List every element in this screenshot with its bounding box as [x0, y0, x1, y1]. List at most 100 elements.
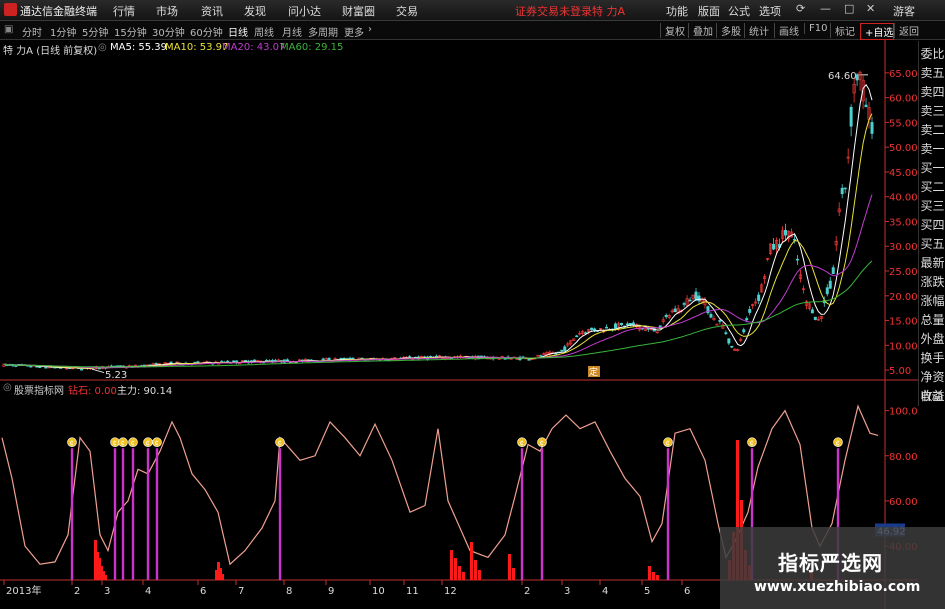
menu-quotes[interactable]: 行情 [113, 3, 135, 19]
sidebar-auto[interactable]: 自动 [918, 388, 945, 404]
volume-spike [450, 550, 453, 580]
coin-marker-glyph: ¢ [113, 439, 117, 447]
return-button[interactable]: 返回 [894, 23, 919, 38]
back-icon[interactable]: ▣ [4, 24, 13, 35]
period-more[interactable]: 更多 [344, 24, 364, 39]
f10-button[interactable]: F10 [804, 23, 827, 34]
maximize-icon[interactable]: □ [844, 2, 854, 15]
volume-spike [478, 570, 481, 580]
watermark: 指标严选网 www.xuezhibiao.com [720, 527, 945, 609]
date-tick-label: 2 [74, 586, 80, 597]
add-watchlist-button[interactable]: +自选 [860, 23, 895, 40]
candle-body [625, 323, 629, 326]
period-15min[interactable]: 15分钟 [114, 24, 147, 39]
login-status[interactable]: 证券交易未登录 [515, 3, 592, 19]
period-monthly[interactable]: 月线 [282, 24, 302, 39]
candle-body [831, 267, 835, 275]
price-tick-label: 15.00 [889, 317, 918, 328]
candle-body [784, 229, 788, 236]
coin-marker-glyph: ¢ [121, 439, 125, 447]
menu-news[interactable]: 资讯 [201, 3, 223, 19]
candle-body [813, 316, 817, 320]
refresh-icon[interactable]: ⟳ [796, 2, 805, 15]
candle-body [742, 329, 746, 333]
candle-body [29, 365, 33, 368]
date-tick-label: 9 [328, 586, 334, 597]
sidebar-item: 净资 [920, 370, 945, 384]
sidebar-item: 卖一 [920, 142, 945, 156]
period-5min[interactable]: 5分钟 [82, 24, 108, 39]
candle-body [745, 318, 749, 321]
price-tick-label: 65.00 [889, 69, 918, 80]
menu-discover[interactable]: 发现 [244, 3, 266, 19]
chevron-right-icon[interactable]: › [368, 24, 372, 35]
candle-body [810, 309, 814, 314]
candle-body [339, 357, 343, 360]
draw-line-button[interactable]: 画线 [774, 23, 799, 38]
date-tick-label: 2013年 [6, 584, 41, 597]
overlay-button[interactable]: 叠加 [688, 23, 713, 38]
sidebar-item: 卖五 [920, 66, 945, 80]
coin-marker-glyph: ¢ [666, 439, 670, 447]
candle-body [253, 359, 257, 362]
period-multi[interactable]: 多周期 [308, 24, 338, 39]
date-tick-label: 6 [684, 586, 690, 597]
settings-icon[interactable]: ◎ [98, 42, 107, 53]
coin-marker-glyph: ¢ [540, 439, 544, 447]
period-intraday[interactable]: 分时 [22, 24, 42, 39]
guest-label[interactable]: 游客 [893, 3, 915, 19]
app-title: 通达信金融终端 [20, 5, 97, 18]
menu-wealth[interactable]: 财富圈 [342, 3, 375, 19]
price-tick-label: 50.00 [889, 143, 918, 154]
menu-formula[interactable]: 公式 [728, 3, 750, 19]
menu-ask[interactable]: 问小达 [288, 3, 321, 19]
watermark-url: www.xuezhibiao.com [754, 579, 921, 595]
close-icon[interactable]: ✕ [866, 2, 875, 15]
candle-body [864, 104, 868, 108]
candle-body [673, 308, 677, 313]
volume-spike [508, 554, 511, 580]
price-tick-label: 5.00 [889, 366, 911, 377]
candle-body [619, 322, 623, 326]
candle-body [855, 74, 859, 81]
indicator-tick-label: 60.00 [889, 497, 918, 508]
adjust-button[interactable]: 复权 [660, 23, 685, 38]
period-30min[interactable]: 30分钟 [152, 24, 185, 39]
multi-stock-button[interactable]: 多股 [716, 23, 741, 38]
menu-layout[interactable]: 版面 [698, 3, 720, 19]
sidebar-item: 最新 [920, 256, 945, 270]
period-1min[interactable]: 1分钟 [50, 24, 76, 39]
volume-spike [656, 575, 659, 580]
high-price-label: 64.60 [828, 71, 857, 82]
period-60min[interactable]: 60分钟 [190, 24, 223, 39]
volume-spike [648, 566, 651, 580]
candle-body [724, 332, 728, 335]
sidebar-item: 卖四 [920, 85, 945, 99]
minimize-icon[interactable]: — [820, 2, 831, 15]
volume-spike [454, 558, 457, 580]
menu-options[interactable]: 选项 [759, 3, 781, 19]
coin-marker-glyph: ¢ [750, 439, 754, 447]
sidebar-item: 买一 [920, 161, 945, 175]
kline-chart[interactable]: 65.0060.0055.0050.0045.0040.0035.0030.00… [0, 40, 918, 609]
mark-button[interactable]: 标记 [830, 23, 855, 38]
stats-button[interactable]: 统计 [744, 23, 769, 38]
menu-function[interactable]: 功能 [666, 3, 688, 19]
price-tick-label: 40.00 [889, 193, 918, 204]
indicator-settings-icon[interactable]: ◎ [3, 382, 12, 393]
volume-spike [474, 560, 477, 580]
volume-spike [458, 566, 461, 580]
date-tick-label: 3 [564, 586, 570, 597]
menu-market[interactable]: 市场 [156, 3, 178, 19]
coin-marker-glyph: ¢ [131, 439, 135, 447]
period-weekly[interactable]: 周线 [254, 24, 274, 39]
coin-marker-glyph: ¢ [520, 439, 524, 447]
sidebar-item: 涨幅 [920, 294, 945, 308]
menu-trade[interactable]: 交易 [396, 3, 418, 19]
volume-spike [462, 572, 465, 580]
period-daily[interactable]: 日线 [228, 24, 248, 39]
candle-body [613, 323, 617, 330]
price-tick-label: 60.00 [889, 94, 918, 105]
coin-marker-glyph: ¢ [836, 439, 840, 447]
ma10-value: MA10: 53.97 [165, 42, 229, 53]
